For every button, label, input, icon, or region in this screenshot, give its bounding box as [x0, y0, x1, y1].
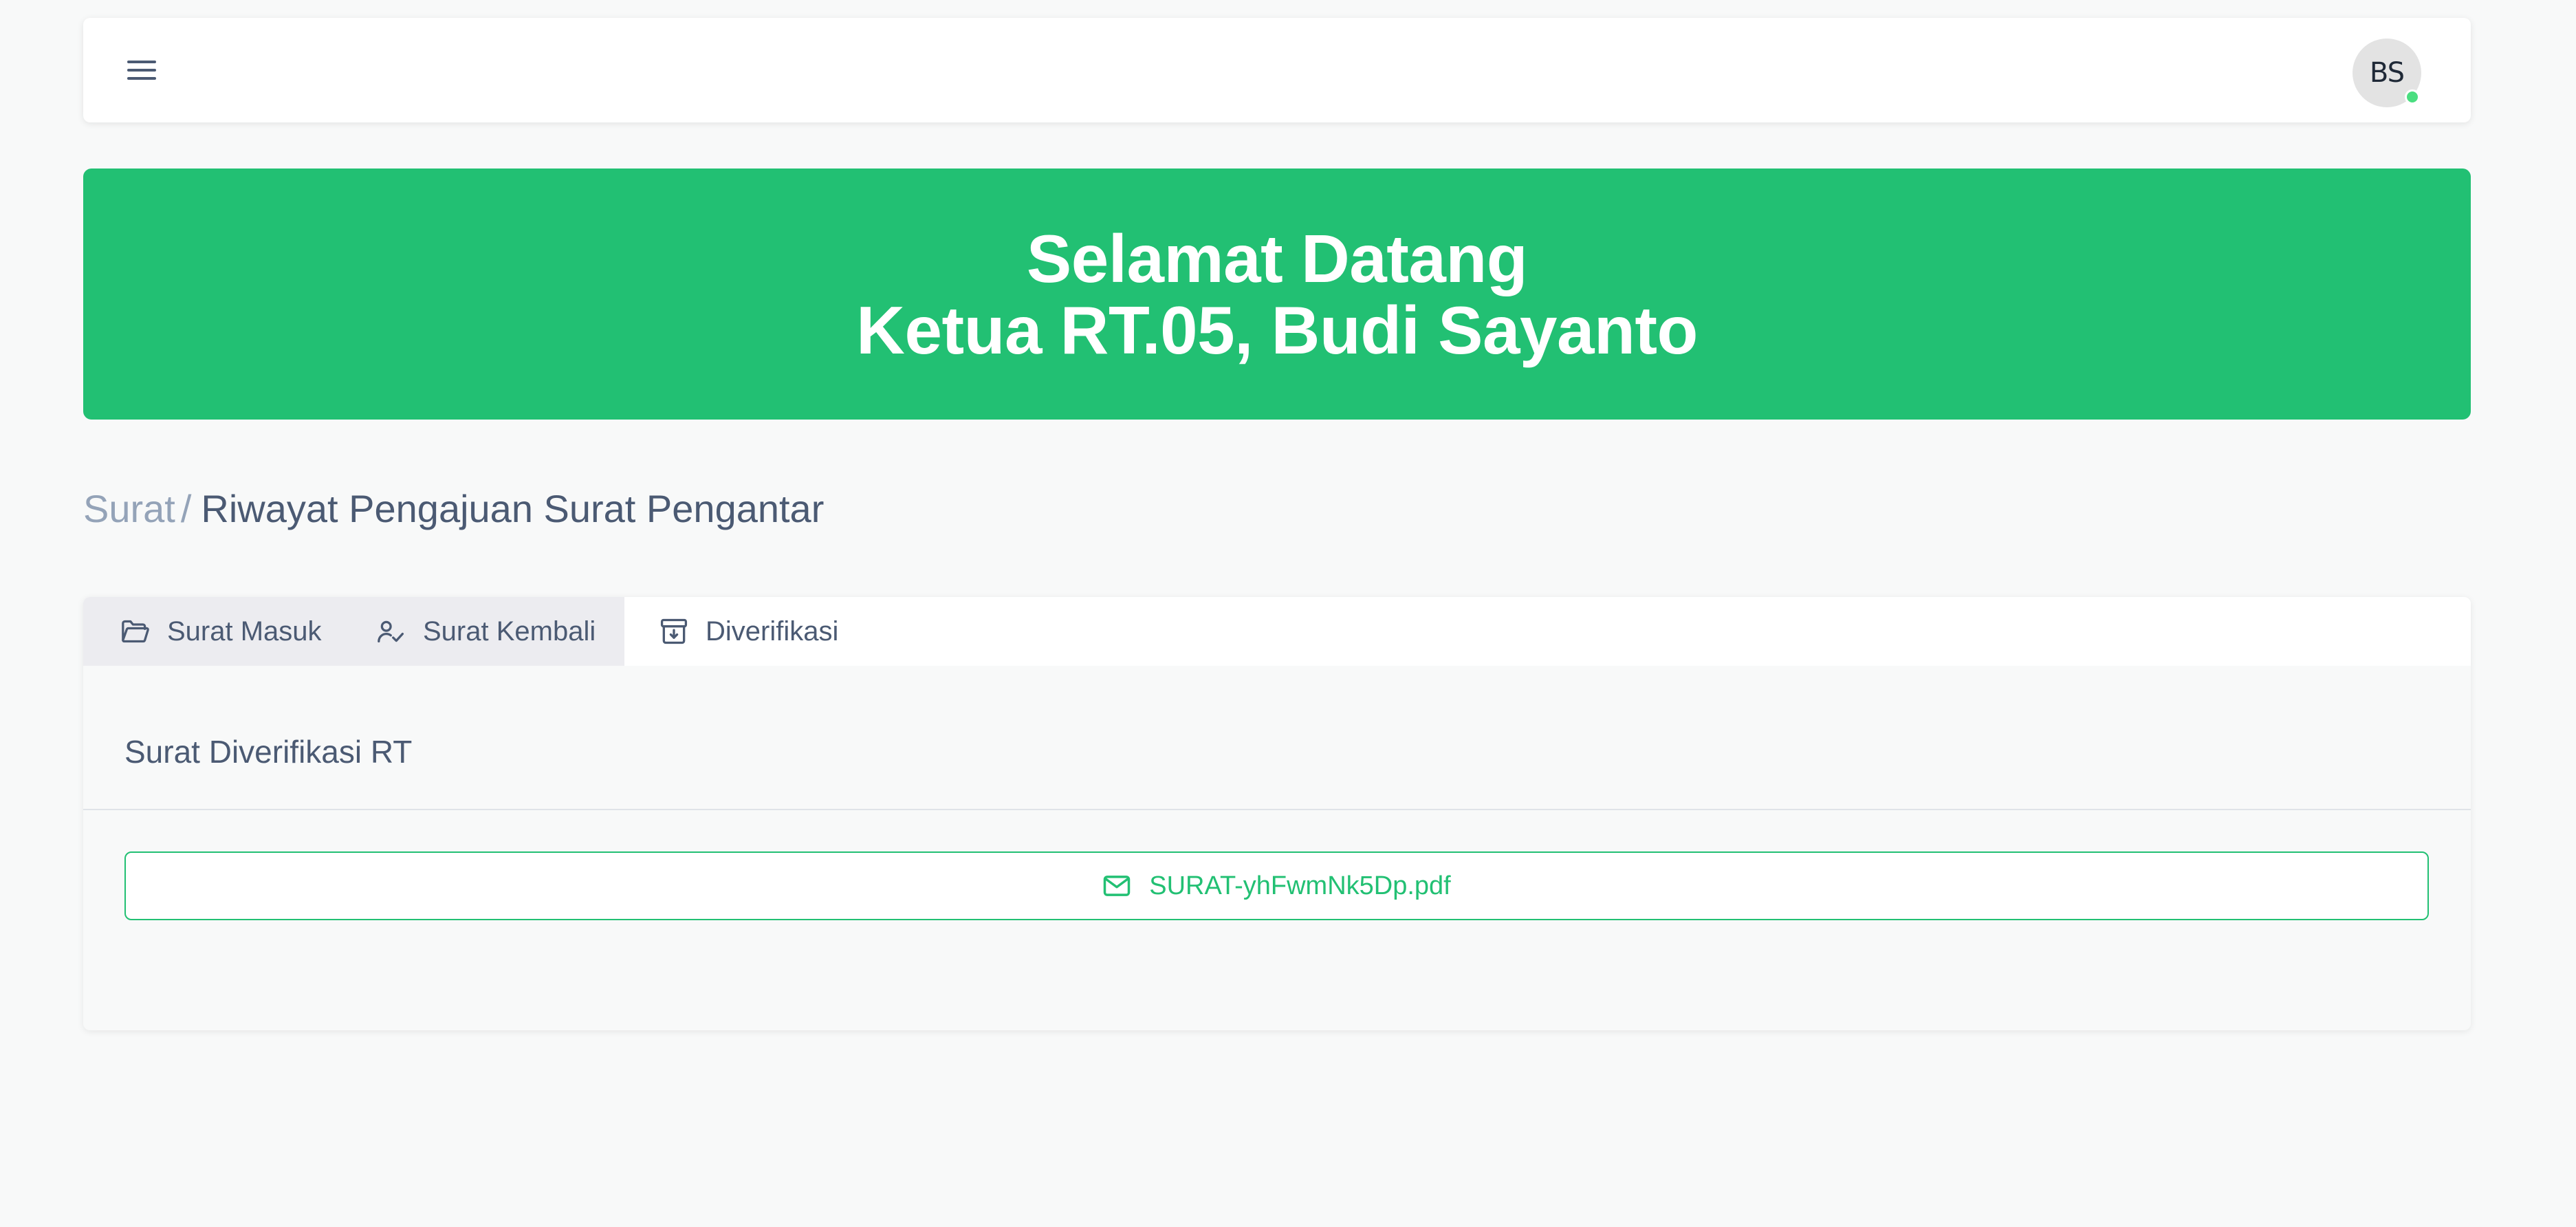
tab-diverifikasi[interactable]: Diverifikasi [624, 597, 870, 666]
envelope-icon [1103, 876, 1131, 896]
breadcrumb-parent-link[interactable]: Surat [83, 487, 175, 530]
welcome-heading: Selamat Datang [1026, 220, 1528, 296]
avatar-initials: BS [2369, 57, 2405, 89]
top-navbar: BS [83, 18, 2471, 122]
tab-bar-filler [870, 597, 2471, 666]
verified-letter-file-button[interactable]: SURAT-yhFwmNk5Dp.pdf [124, 851, 2429, 920]
tab-surat-kembali[interactable]: Surat Kembali [351, 597, 624, 666]
welcome-banner: Selamat Datang Ketua RT.05, Budi Sayanto [83, 169, 2471, 420]
folder-open-icon [122, 620, 149, 643]
archive-download-icon [660, 618, 688, 644]
tab-bar: Surat Masuk Surat Kembali Diverifikasi [83, 597, 2471, 666]
online-status-indicator [2405, 89, 2420, 105]
letters-card: Surat Masuk Surat Kembali Diverifikasi S… [83, 597, 2471, 1030]
tab-label: Surat Masuk [167, 616, 322, 647]
panel-title: Surat Diverifikasi RT [124, 734, 413, 770]
welcome-user-name: Ketua RT.05, Budi Sayanto [856, 292, 1698, 368]
panel-divider [83, 809, 2471, 810]
tab-label: Surat Kembali [423, 616, 596, 647]
user-check-icon [378, 620, 404, 643]
tab-surat-masuk[interactable]: Surat Masuk [83, 597, 351, 666]
file-name: SURAT-yhFwmNk5Dp.pdf [1149, 871, 1451, 900]
breadcrumb-separator: / [180, 487, 192, 530]
tab-label: Diverifikasi [706, 616, 839, 647]
hamburger-menu-icon [127, 61, 156, 80]
breadcrumb-current-page: Riwayat Pengajuan Surat Pengantar [201, 487, 825, 530]
user-avatar[interactable]: BS [2353, 39, 2421, 107]
breadcrumb: Surat / Riwayat Pengajuan Surat Pengantar [83, 481, 824, 536]
menu-toggle-button[interactable] [126, 36, 195, 105]
